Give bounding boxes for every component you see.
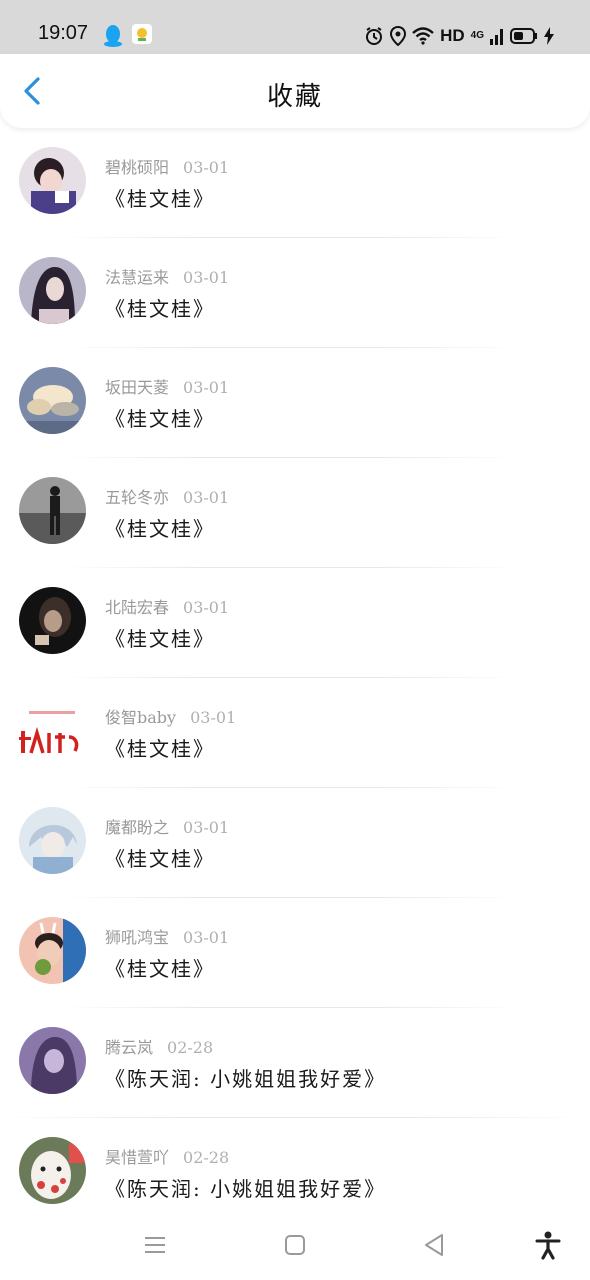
item-content: 《桂文桂》 (105, 627, 215, 651)
avatar[interactable] (19, 587, 86, 654)
location-icon (390, 26, 407, 46)
user-name: 魔都盼之 (105, 818, 170, 837)
qq-icon (104, 25, 122, 47)
user-name: 昊惜萱吖 (105, 1148, 170, 1167)
wifi-icon (412, 27, 434, 45)
charging-icon (544, 27, 554, 45)
item-meta: 坂田天菱 03-01 (105, 374, 229, 398)
list-item[interactable]: 北陆宏春 03-01 《桂文桂》 (0, 568, 590, 678)
accessibility-icon[interactable] (533, 1230, 563, 1260)
status-bar: 19:07 HD 4G (0, 0, 590, 54)
item-date: 03-01 (183, 818, 230, 837)
list-item[interactable]: 腾云岚 02-28 《陈天润: 小姚姐姐我好爱》 (0, 1008, 590, 1118)
item-meta: 碧桃硕阳 03-01 (105, 154, 229, 178)
user-name: 坂田天菱 (105, 378, 170, 397)
item-content: 《桂文桂》 (105, 517, 215, 541)
avatar[interactable] (19, 807, 86, 874)
list-item[interactable]: 坂田天菱 03-01 《桂文桂》 (0, 348, 590, 458)
user-name: 北陆宏春 (105, 598, 170, 617)
avatar[interactable] (19, 257, 86, 324)
item-meta: 法慧运来 03-01 (105, 264, 229, 288)
avatar[interactable] (19, 147, 86, 214)
user-name: 俊智baby (105, 708, 177, 727)
alarm-icon (366, 27, 383, 45)
item-content: 《桂文桂》 (105, 737, 215, 761)
item-content: 《桂文桂》 (105, 187, 215, 211)
app-icon (132, 24, 152, 44)
user-name: 五轮冬亦 (105, 488, 170, 507)
item-date: 03-01 (183, 268, 230, 287)
item-date: 03-01 (183, 928, 230, 947)
avatar[interactable] (19, 1137, 86, 1204)
item-meta: 狮吼鸿宝 03-01 (105, 924, 229, 948)
user-name: 碧桃硕阳 (105, 158, 170, 177)
back-icon[interactable] (420, 1230, 450, 1260)
system-nav-bar (0, 1212, 590, 1280)
list-item[interactable]: 碧桃硕阳 03-01 《桂文桂》 (0, 128, 590, 238)
avatar[interactable] (19, 917, 86, 984)
item-date: 03-01 (183, 488, 230, 507)
menu-icon[interactable] (140, 1230, 170, 1260)
network-label: 4G (470, 30, 484, 41)
page-title: 收藏 (266, 82, 323, 112)
item-date: 03-01 (183, 598, 230, 617)
item-meta: 魔都盼之 03-01 (105, 814, 229, 838)
item-date: 03-01 (183, 158, 230, 177)
hd-label: HD (440, 26, 465, 45)
signal-icon (490, 29, 503, 45)
avatar[interactable] (19, 1027, 86, 1094)
status-time: 19:07 (38, 22, 89, 44)
item-date: 03-01 (183, 378, 230, 397)
item-date: 02-28 (183, 1148, 230, 1167)
user-name: 狮吼鸿宝 (105, 928, 170, 947)
list-item[interactable]: 俊智baby 03-01 《桂文桂》 (0, 678, 590, 788)
avatar[interactable] (19, 367, 86, 434)
item-content: 《桂文桂》 (105, 297, 215, 321)
app-header: 收藏 (0, 54, 590, 128)
battery-icon (510, 28, 537, 44)
item-meta: 五轮冬亦 03-01 (105, 484, 229, 508)
item-content: 《桂文桂》 (105, 957, 215, 981)
item-meta: 昊惜萱吖 02-28 (105, 1144, 229, 1168)
avatar[interactable] (19, 697, 86, 764)
avatar[interactable] (19, 477, 86, 544)
item-meta: 俊智baby 03-01 (105, 704, 236, 728)
status-indicators: HD 4G (364, 24, 554, 48)
user-name: 法慧运来 (105, 268, 170, 287)
item-date: 03-01 (190, 708, 237, 727)
list-item[interactable]: 五轮冬亦 03-01 《桂文桂》 (0, 458, 590, 568)
user-name: 腾云岚 (105, 1038, 154, 1057)
item-meta: 腾云岚 02-28 (105, 1034, 213, 1058)
item-date: 02-28 (167, 1038, 214, 1057)
home-icon[interactable] (280, 1230, 310, 1260)
item-content: 《桂文桂》 (105, 847, 215, 871)
list-item[interactable]: 法慧运来 03-01 《桂文桂》 (0, 238, 590, 348)
favorites-list: 碧桃硕阳 03-01 《桂文桂》 法慧运来 03-01 《桂文桂》 坂田天菱 03-0… (0, 128, 590, 1228)
item-content: 《陈天润: 小姚姐姐我好爱》 (105, 1177, 387, 1201)
item-meta: 北陆宏春 03-01 (105, 594, 229, 618)
list-item[interactable]: 魔都盼之 03-01 《桂文桂》 (0, 788, 590, 898)
item-content: 《陈天润: 小姚姐姐我好爱》 (105, 1067, 387, 1091)
item-content: 《桂文桂》 (105, 407, 215, 431)
list-item[interactable]: 狮吼鸿宝 03-01 《桂文桂》 (0, 898, 590, 1008)
